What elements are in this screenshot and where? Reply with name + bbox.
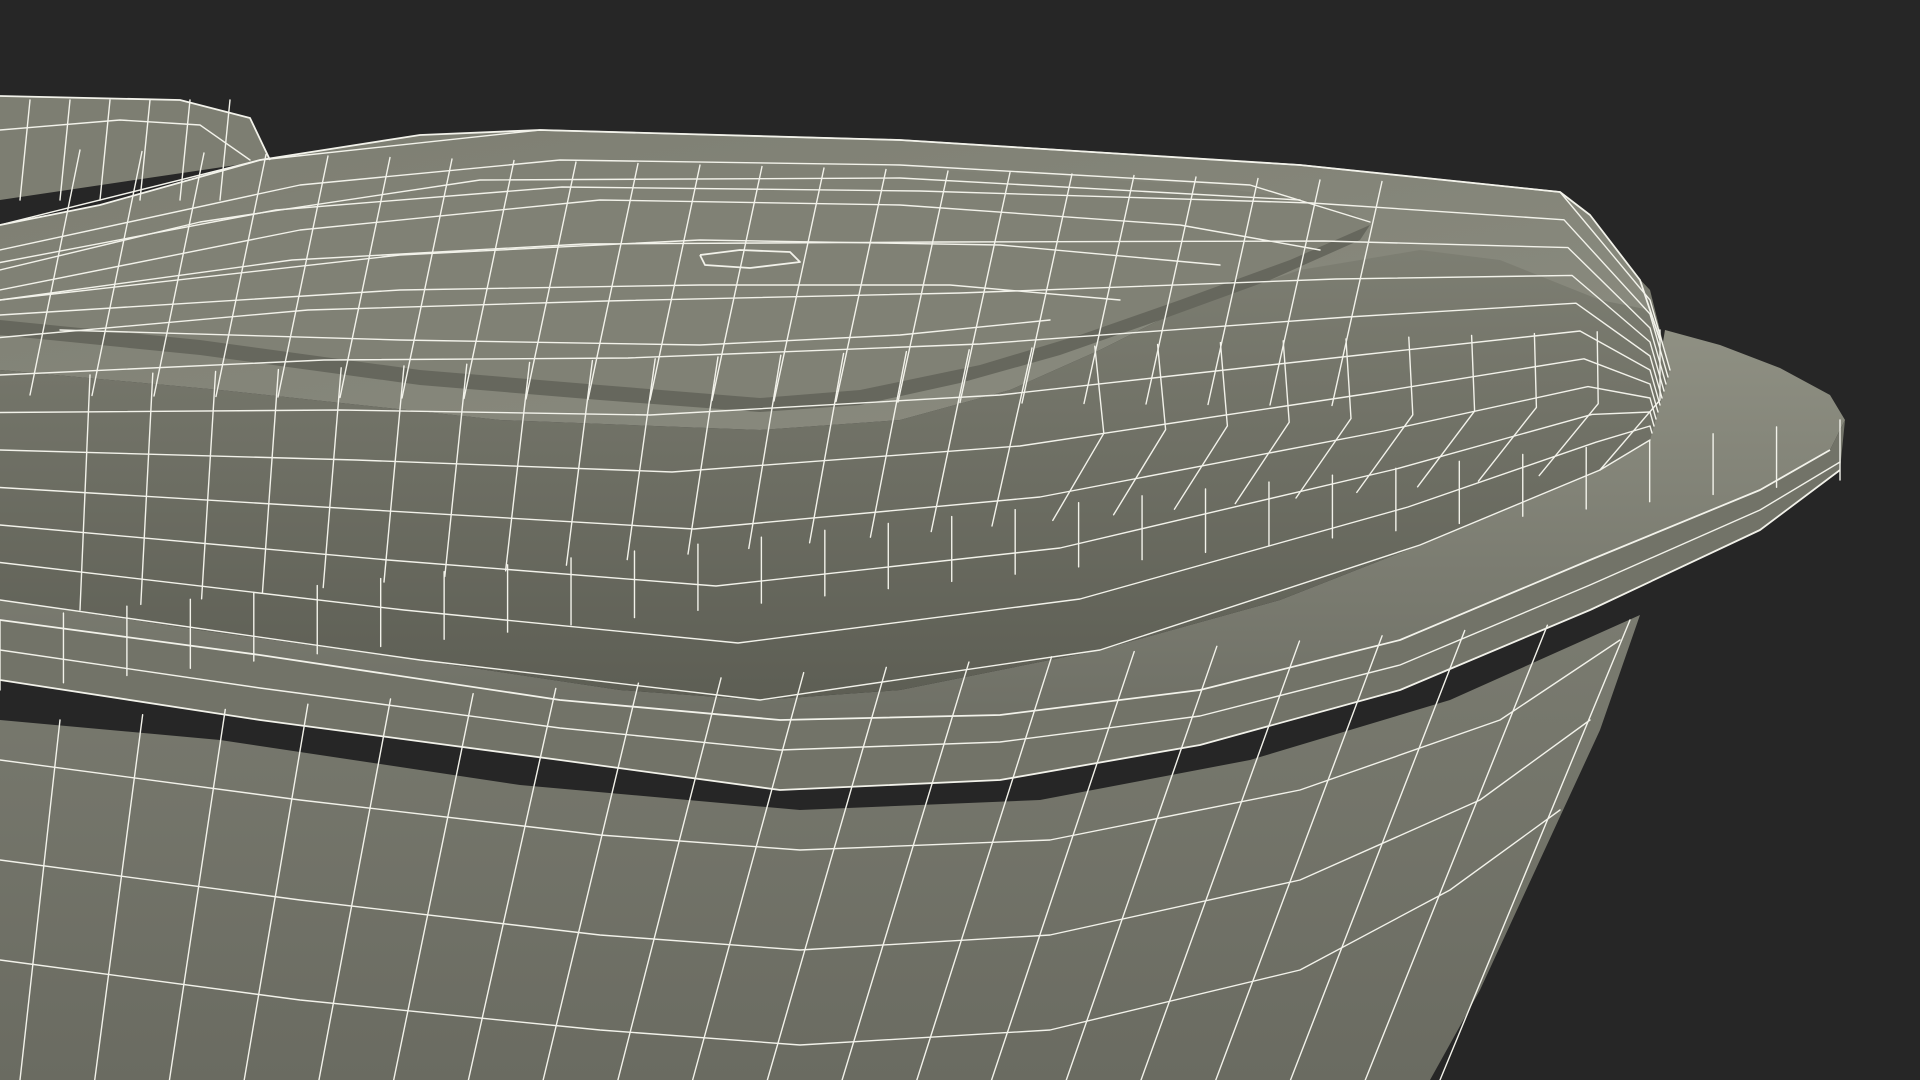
render-viewport [0,0,1920,1080]
wireframe-render [0,0,1920,1080]
